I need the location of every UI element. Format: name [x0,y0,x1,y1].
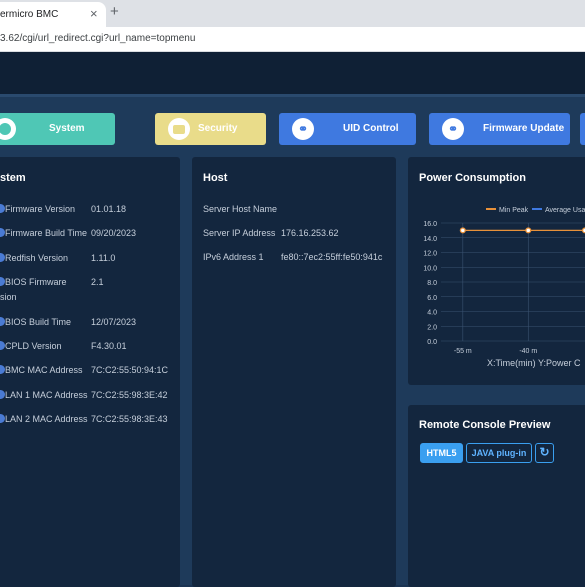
legend-label: Min Peak [499,207,529,214]
cpld-version-value: F4.30.01 [91,341,127,351]
bmc-mac-address-value: 7C:C2:55:50:94:1C [91,365,169,375]
nav-security-button[interactable]: Security [155,113,266,145]
link-icon: ⚭ [442,118,464,140]
lan2-mac-address-label: LAN 2 MAC Address [5,414,88,424]
browser-tab-bar: ermicro BMC × + [0,0,585,27]
lock-icon [168,118,190,140]
link-icon: ⚭ [292,118,314,140]
lan1-mac-address-value: 7C:C2:55:98:3E:42 [91,390,168,400]
nav-uid-control-button[interactable]: ⚭ UID Control [279,113,416,145]
remote-console-panel [408,405,585,587]
nav-uid-control-label: UID Control [343,123,399,134]
nav-system-label: System [49,123,85,134]
y-tick-label: 8.0 [427,280,437,287]
url-text[interactable]: 3.62/cgi/url_redirect.cgi?url_name=topme… [0,33,195,44]
address-bar[interactable]: 3.62/cgi/url_redirect.cgi?url_name=topme… [0,27,585,52]
axis-caption: X:Time(min) Y:Power C [487,358,581,368]
power-consumption-chart: Min Peak Average Usa 16.0 14.0 12.0 10.0 8.0 6.… [423,207,585,368]
new-tab-icon[interactable]: + [110,3,119,21]
system-panel-title: stem [0,172,26,184]
firmware-version-label: Firmware Version [5,204,76,214]
x-tick-label: -40 m [519,348,537,355]
bmc-mac-address-label: BMC MAC Address [5,365,83,375]
close-tab-icon[interactable]: × [90,6,98,22]
lan1-mac-address-label: LAN 1 MAC Address [5,390,88,400]
bios-firmware-label: BIOS Firmware [5,277,67,287]
firmware-build-time-value: 09/20/2023 [91,228,137,238]
y-tick-label: 10.0 [423,265,437,272]
browser-tab[interactable]: ermicro BMC × [0,2,106,27]
bios-build-time-value: 12/07/2023 [91,317,137,327]
server-host-name-label: Server Host Name [203,204,278,214]
tab-title: ermicro BMC [0,9,59,20]
bios-firmware-label-continued: sion [0,292,17,302]
data-point [459,227,466,234]
nav-security-label: Security [198,123,238,134]
server-ip-address-label: Server IP Address [203,228,276,238]
y-tick-label: 2.0 [427,324,437,331]
nav-more-button[interactable] [580,113,585,145]
x-tick-label: -55 m [454,348,472,355]
java-plugin-button[interactable]: JAVA plug-in [466,443,532,463]
legend-label: Average Usa [545,207,585,214]
server-ip-address-value: 176.16.253.62 [281,228,339,238]
bios-build-time-label: BIOS Build Time [5,317,72,327]
redfish-version-value: 1.11.0 [91,253,116,263]
ipv6-address-label: IPv6 Address 1 [203,252,264,262]
y-tick-label: 6.0 [427,295,437,302]
host-panel [192,157,396,587]
remote-console-title: Remote Console Preview [419,419,551,431]
firmware-version-value: 01.01.18 [91,204,127,214]
html5-console-button[interactable]: HTML5 [420,443,463,463]
bios-firmware-value: 2.1 [91,277,104,287]
firmware-build-time-label: Firmware Build Time [5,228,88,238]
app-header [0,52,585,94]
nav-firmware-update-label: Firmware Update [483,123,565,134]
cpld-version-label: CPLD Version [5,341,62,351]
y-tick-label: 12.0 [423,251,437,258]
lan2-mac-address-value: 7C:C2:55:98:3E:43 [91,414,168,424]
redfish-version-label: Redfish Version [5,253,69,263]
y-tick-label: 14.0 [423,236,437,243]
data-point [525,227,532,234]
host-panel-title: Host [203,172,228,184]
y-tick-label: 0.0 [427,339,437,346]
y-tick-label: 16.0 [423,221,437,228]
refresh-icon[interactable]: ↻ [535,443,554,463]
ipv6-address-value: fe80::7ec2:55ff:fe50:941c [281,252,383,262]
nav-firmware-update-button[interactable]: ⚭ Firmware Update [429,113,570,145]
y-tick-label: 4.0 [427,310,437,317]
system-icon [0,118,16,140]
nav-system-button[interactable]: System [0,113,115,145]
power-consumption-title: Power Consumption [419,172,526,184]
